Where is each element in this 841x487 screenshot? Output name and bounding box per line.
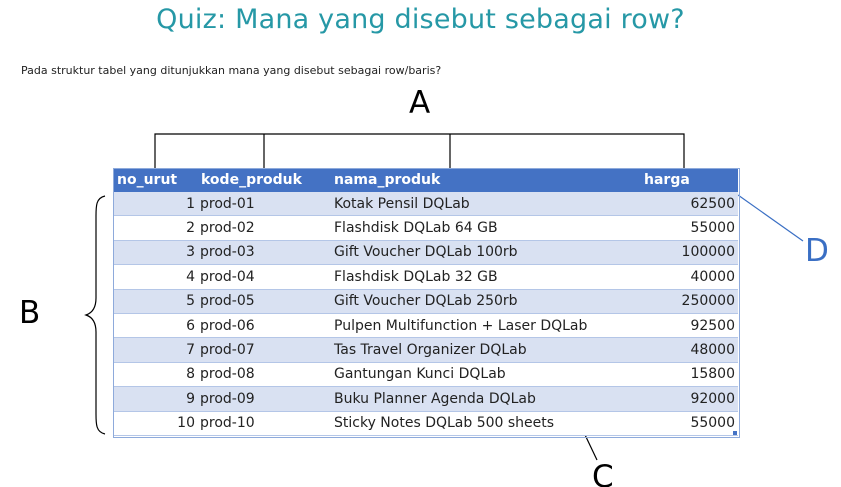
cell-kode-produk: prod-05 bbox=[198, 289, 331, 314]
cell-harga: 55000 bbox=[641, 411, 738, 436]
column-header: harga bbox=[641, 169, 738, 192]
table-row: 1 prod-01 Kotak Pensil DQLab 62500 bbox=[114, 191, 738, 217]
table-row: 5 prod-05 Gift Voucher DQLab 250rb 250000 bbox=[114, 289, 738, 314]
cell-nama-produk: Gift Voucher DQLab 250rb bbox=[331, 289, 641, 314]
cell-no-urut: 6 bbox=[114, 313, 198, 339]
table-row: 6 prod-06 Pulpen Multifunction + Laser DQL… bbox=[114, 313, 738, 339]
table-row: 3 prod-03 Gift Voucher DQLab 100rb 100000 bbox=[114, 240, 738, 266]
cell-nama-produk: Flashdisk DQLab 64 GB bbox=[331, 215, 641, 241]
table-row: 8 prod-08 Gantungan Kunci DQLab 15800 bbox=[114, 362, 738, 388]
cell-nama-produk: Buku Planner Agenda DQLab bbox=[331, 386, 641, 412]
label-c: C bbox=[592, 459, 614, 487]
cell-harga: 62500 bbox=[641, 191, 738, 217]
cell-harga: 100000 bbox=[641, 240, 738, 266]
label-b: B bbox=[19, 295, 41, 331]
cell-no-urut: 4 bbox=[114, 264, 198, 290]
cell-nama-produk: Flashdisk DQLab 32 GB bbox=[331, 264, 641, 290]
cell-nama-produk: Tas Travel Organizer DQLab bbox=[331, 337, 641, 363]
table-header-row: no_urut kode_produk nama_produk harga bbox=[114, 169, 738, 192]
table-row: 9 prod-09 Buku Planner Agenda DQLab 92000 bbox=[114, 386, 738, 412]
column-header: no_urut bbox=[114, 169, 198, 192]
table-row: 7 prod-07 Tas Travel Organizer DQLab 48000 bbox=[114, 337, 738, 363]
cell-harga: 250000 bbox=[641, 289, 738, 314]
cell-nama-produk: Gift Voucher DQLab 100rb bbox=[331, 240, 641, 266]
cell-no-urut: 5 bbox=[114, 289, 198, 314]
cell-kode-produk: prod-03 bbox=[198, 240, 331, 266]
cell-harga: 55000 bbox=[641, 215, 738, 241]
cell-kode-produk: prod-07 bbox=[198, 337, 331, 363]
cell-harga: 92500 bbox=[641, 313, 738, 339]
column-header: nama_produk bbox=[331, 169, 641, 192]
header-pointer-line bbox=[737, 194, 804, 242]
cell-kode-produk: prod-02 bbox=[198, 215, 331, 241]
cell-harga: 48000 bbox=[641, 337, 738, 363]
label-d: D bbox=[805, 233, 829, 269]
table-body: 1 prod-01 Kotak Pensil DQLab 62500 2 prod-02 F… bbox=[114, 191, 738, 436]
cell-no-urut: 7 bbox=[114, 337, 198, 363]
cell-nama-produk: Gantungan Kunci DQLab bbox=[331, 362, 641, 388]
cell-no-urut: 1 bbox=[114, 191, 198, 217]
cell-harga: 40000 bbox=[641, 264, 738, 290]
column-header: kode_produk bbox=[198, 169, 331, 192]
table-row: 2 prod-02 Flashdisk DQLab 64 GB 55000 bbox=[114, 215, 738, 241]
cell-kode-produk: prod-01 bbox=[198, 191, 331, 217]
cell-no-urut: 2 bbox=[114, 215, 198, 241]
cell-harga: 15800 bbox=[641, 362, 738, 388]
table-row: 10 prod-10 Sticky Notes DQLab 500 sheets 55… bbox=[114, 411, 738, 436]
cell-kode-produk: prod-04 bbox=[198, 264, 331, 290]
cell-nama-produk: Sticky Notes DQLab 500 sheets bbox=[331, 411, 641, 436]
column-bracket bbox=[154, 133, 685, 169]
quiz-slide: Quiz: Mana yang disebut sebagai row? Pad… bbox=[0, 0, 841, 487]
row-brace bbox=[84, 195, 106, 435]
cell-no-urut: 8 bbox=[114, 362, 198, 388]
cell-nama-produk: Pulpen Multifunction + Laser DQLab bbox=[331, 313, 641, 339]
cell-kode-produk: prod-06 bbox=[198, 313, 331, 339]
cell-no-urut: 3 bbox=[114, 240, 198, 266]
resize-handle-icon bbox=[733, 431, 737, 435]
cell-harga: 92000 bbox=[641, 386, 738, 412]
cell-kode-produk: prod-08 bbox=[198, 362, 331, 388]
cell-kode-produk: prod-09 bbox=[198, 386, 331, 412]
product-table: no_urut kode_produk nama_produk harga 1p… bbox=[114, 169, 738, 436]
cell-kode-produk: prod-10 bbox=[198, 411, 331, 436]
label-a: A bbox=[409, 85, 431, 121]
cell-nama-produk: Kotak Pensil DQLab bbox=[331, 191, 641, 217]
table-row: 4 prod-04 Flashdisk DQLab 32 GB 40000 bbox=[114, 264, 738, 290]
cell-no-urut: 9 bbox=[114, 386, 198, 412]
cell-no-urut: 10 bbox=[114, 411, 198, 436]
